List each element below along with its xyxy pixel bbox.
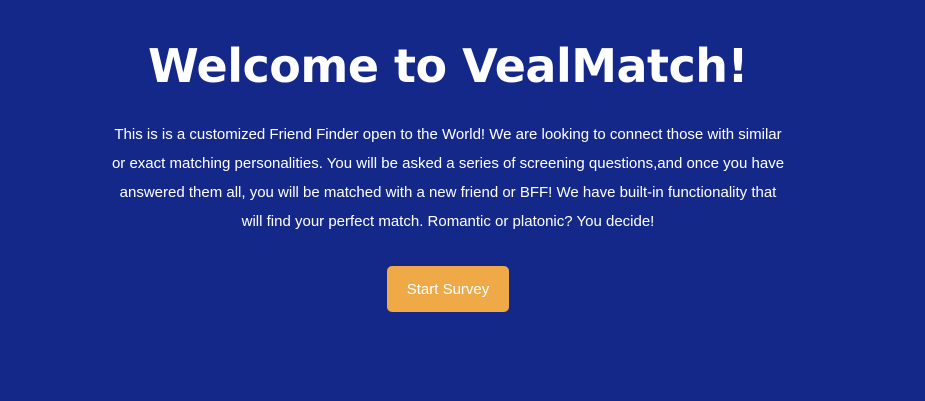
page-title: Welcome to VealMatch! bbox=[147, 39, 749, 93]
start-survey-button[interactable]: Start Survey bbox=[387, 266, 509, 312]
landing-page: Welcome to VealMatch! This is is a custo… bbox=[0, 0, 925, 401]
intro-description: This is is a customized Friend Finder op… bbox=[111, 126, 785, 230]
